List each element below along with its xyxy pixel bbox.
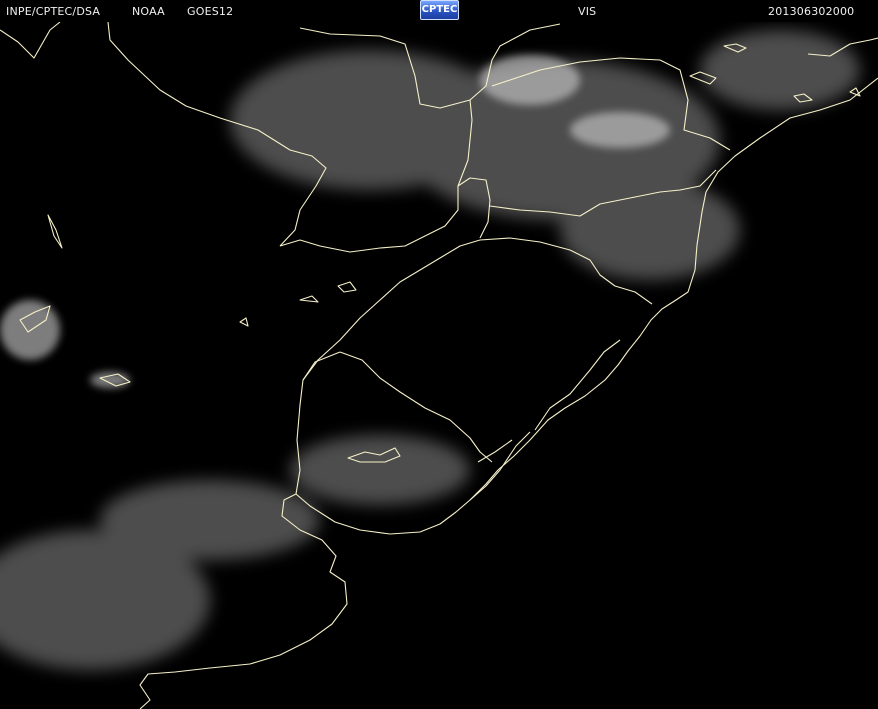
cptec-logo: CPTEC	[420, 0, 459, 20]
satellite-label: GOES12	[187, 5, 234, 18]
source-label: NOAA	[132, 5, 165, 18]
channel-label: VIS	[578, 5, 597, 18]
agency-label: INPE/CPTEC/DSA	[6, 5, 101, 18]
image-header: INPE/CPTEC/DSA NOAA GOES12 CPTEC VIS 201…	[0, 0, 878, 22]
timestamp-label: 201306302000	[768, 5, 855, 18]
logo-text: CPTEC	[421, 4, 458, 15]
satellite-map	[0, 22, 878, 709]
